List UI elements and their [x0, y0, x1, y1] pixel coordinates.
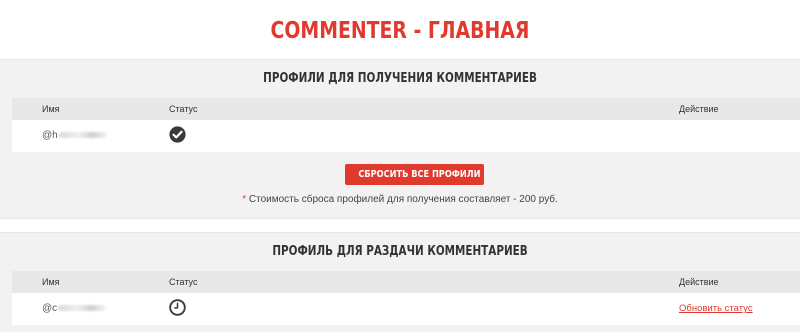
table-header: Имя Статус Действие [12, 98, 800, 120]
profile-username: @h [42, 130, 107, 141]
username-prefix: @h [42, 130, 58, 141]
status-cell [169, 126, 186, 146]
cost-note-asterisk: * [242, 194, 247, 205]
receiving-profiles-panel: ПРОФИЛИ ДЛЯ ПОЛУЧЕНИЯ КОММЕНТАРИЕВ Имя С… [0, 59, 800, 219]
receiving-profiles-title: ПРОФИЛИ ДЛЯ ПОЛУЧЕНИЯ КОММЕНТАРИЕВ [263, 71, 537, 86]
column-header-name: Имя [42, 277, 60, 287]
check-circle-icon [169, 126, 186, 143]
table-header: Имя Статус Действие [12, 271, 800, 293]
username-redacted [58, 132, 107, 139]
profile-username: @c [42, 303, 107, 314]
update-status-link[interactable]: Обновить статус [679, 303, 753, 314]
giving-profile-panel: ПРОФИЛЬ ДЛЯ РАЗДАЧИ КОММЕНТАРИЕВ Имя Ста… [0, 232, 800, 332]
status-cell [169, 299, 186, 319]
giving-profile-title: ПРОФИЛЬ ДЛЯ РАЗДАЧИ КОММЕНТАРИЕВ [272, 244, 528, 259]
clock-icon [169, 299, 186, 316]
column-header-status: Статус [169, 277, 198, 287]
column-header-name: Имя [42, 104, 60, 114]
cost-note-text: Стоимость сброса профилей для получения … [248, 194, 558, 205]
table-row: @c Обновить статус [12, 293, 800, 325]
column-header-action: Действие [679, 277, 719, 287]
page: COMMENTER - ГЛАВНАЯ ПРОФИЛИ ДЛЯ ПОЛУЧЕНИ… [0, 0, 800, 332]
reset-all-profiles-button[interactable]: СБРОСИТЬ ВСЕ ПРОФИЛИ [345, 164, 484, 185]
column-header-action: Действие [679, 104, 719, 114]
username-prefix: @c [42, 303, 58, 314]
reset-button-label: СБРОСИТЬ ВСЕ ПРОФИЛИ [358, 169, 481, 180]
column-header-status: Статус [169, 104, 198, 114]
username-redacted [58, 305, 107, 312]
cost-note: * Стоимость сброса профилей для получени… [0, 194, 800, 205]
table-row: @h [12, 120, 800, 152]
page-title: COMMENTER - ГЛАВНАЯ [270, 18, 530, 44]
